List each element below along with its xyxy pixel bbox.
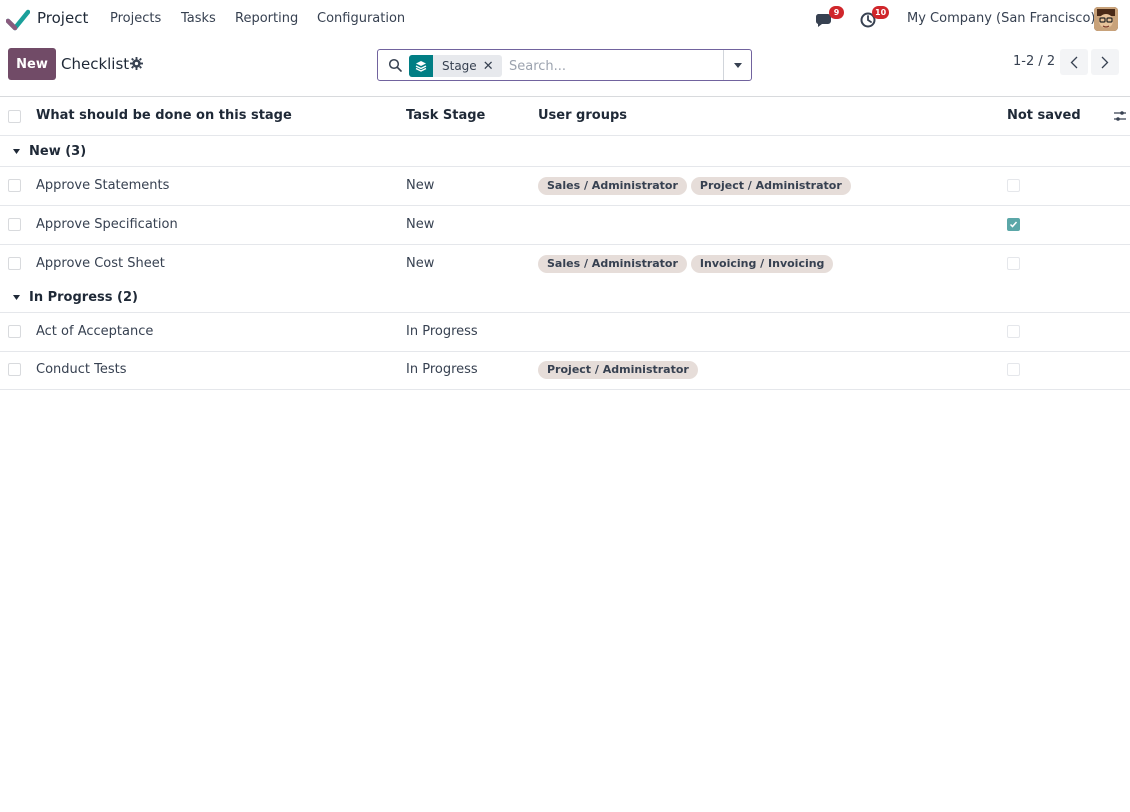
page-title: Checklist [61,55,130,73]
project-app-logo-icon[interactable] [6,9,30,31]
cell-task-stage[interactable]: In Progress [406,324,478,339]
group-row-new[interactable]: New (3) [0,136,1130,167]
select-all-checkbox[interactable] [8,110,21,123]
optional-columns-icon[interactable] [1113,110,1127,122]
column-header-description[interactable]: What should be done on this stage [36,108,292,123]
company-switcher[interactable]: My Company (San Francisco) [907,11,1095,26]
cell-description[interactable]: Conduct Tests [36,362,127,377]
cell-description[interactable]: Approve Specification [36,217,178,232]
user-group-tag: Sales / Administrator [538,255,687,273]
table-row[interactable]: Approve Specification New [0,206,1130,245]
caret-down-icon [13,149,20,154]
messages-badge: 9 [829,6,844,19]
row-checkbox[interactable] [8,179,21,192]
not-saved-checkbox[interactable] [1007,257,1020,270]
menu-configuration[interactable]: Configuration [317,11,405,26]
search-options-toggle[interactable] [723,50,751,80]
search-bar: Stage ✕ [377,49,752,81]
table-header: What should be done on this stage Task S… [0,96,1130,136]
menu-projects[interactable]: Projects [110,11,161,26]
new-button[interactable]: New [8,48,56,80]
menu-reporting[interactable]: Reporting [235,11,298,26]
caret-down-icon [733,62,742,68]
caret-down-icon [13,295,20,300]
gear-icon[interactable] [130,57,143,70]
row-checkbox[interactable] [8,325,21,338]
row-checkbox[interactable] [8,257,21,270]
activities-badge: 10 [872,6,890,19]
pager-next-button[interactable] [1091,49,1119,75]
not-saved-checkbox[interactable] [1007,179,1020,192]
group-label: In Progress (2) [29,290,138,305]
menu-tasks[interactable]: Tasks [181,11,216,26]
cell-user-groups[interactable]: Project / Administrator [538,361,702,379]
table-row[interactable]: Act of Acceptance In Progress [0,313,1130,352]
not-saved-checkbox[interactable] [1007,218,1020,231]
chevron-right-icon [1101,56,1109,68]
column-header-task-stage[interactable]: Task Stage [406,108,485,123]
layers-icon [409,55,433,77]
search-facet-stage: Stage ✕ [409,55,502,77]
activities-button[interactable]: 10 [860,6,890,30]
user-group-tag: Sales / Administrator [538,177,687,195]
cell-task-stage[interactable]: In Progress [406,362,478,377]
row-checkbox[interactable] [8,218,21,231]
top-navbar: Project Projects Tasks Reporting Configu… [0,0,1130,38]
messages-button[interactable]: 9 [815,6,844,30]
cell-description[interactable]: Approve Statements [36,178,169,193]
search-input[interactable] [509,56,719,76]
group-label: New (3) [29,144,87,159]
facet-remove-icon[interactable]: ✕ [483,59,502,74]
not-saved-checkbox[interactable] [1007,363,1020,376]
cell-task-stage[interactable]: New [406,256,434,271]
user-avatar[interactable] [1094,7,1118,31]
cell-user-groups[interactable]: Sales / Administrator Project / Administr… [538,177,855,195]
chevron-left-icon [1070,56,1078,68]
pager-value[interactable]: 1-2 / 2 [1013,54,1055,69]
table-row[interactable]: Approve Statements New Sales / Administr… [0,167,1130,206]
cell-task-stage[interactable]: New [406,217,434,232]
table-row[interactable]: Approve Cost Sheet New Sales / Administr… [0,245,1130,284]
avatar-icon [1094,7,1118,31]
cell-task-stage[interactable]: New [406,178,434,193]
column-header-not-saved[interactable]: Not saved [1007,108,1081,123]
column-header-user-groups[interactable]: User groups [538,108,627,123]
facet-label: Stage [442,59,477,73]
user-group-tag: Invoicing / Invoicing [690,255,834,273]
app-name[interactable]: Project [37,9,88,27]
cell-user-groups[interactable]: Sales / Administrator Invoicing / Invoici… [538,255,837,273]
cell-description[interactable]: Approve Cost Sheet [36,256,165,271]
user-group-tag: Project / Administrator [538,361,698,379]
check-icon [1009,221,1018,228]
table-row[interactable]: Conduct Tests In Progress Project / Admi… [0,351,1130,390]
pager-previous-button[interactable] [1060,49,1088,75]
not-saved-checkbox[interactable] [1007,325,1020,338]
search-icon[interactable] [388,58,402,72]
group-row-in-progress[interactable]: In Progress (2) [0,282,1130,313]
user-group-tag: Project / Administrator [690,177,851,195]
row-checkbox[interactable] [8,363,21,376]
cell-description[interactable]: Act of Acceptance [36,324,153,339]
